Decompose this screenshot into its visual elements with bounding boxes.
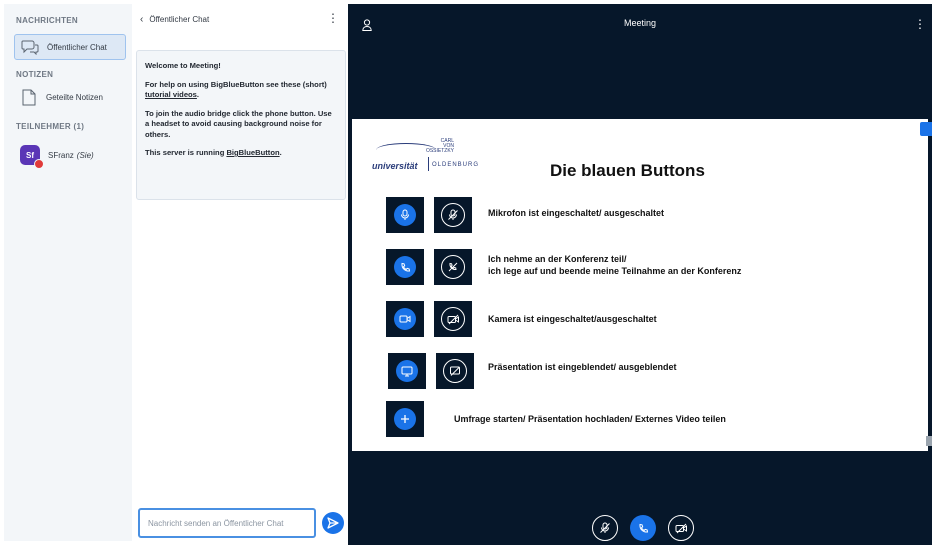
shared-notes-label: Geteilte Notizen bbox=[46, 92, 103, 102]
phone-icon bbox=[638, 523, 648, 533]
screen-on-sample bbox=[388, 353, 426, 389]
camera-icon bbox=[399, 315, 411, 323]
chat-message-input[interactable]: Nachricht senden an Öffentlicher Chat bbox=[138, 508, 316, 538]
microphone-off-icon bbox=[600, 522, 610, 533]
university-logo: CARL VON OSSIETZKY universität OLDENBURG bbox=[372, 139, 502, 179]
logo-divider bbox=[428, 157, 429, 171]
status-dot bbox=[34, 159, 44, 169]
sidebar-item-shared-notes[interactable]: Geteilte Notizen bbox=[14, 84, 126, 110]
phone-icon bbox=[400, 262, 410, 272]
meeting-options-icon[interactable]: ⋮ bbox=[914, 17, 926, 31]
microphone-icon bbox=[401, 209, 409, 220]
welcome-audio: To join the audio bridge click the phone… bbox=[145, 108, 332, 139]
avatar-initials: Sf bbox=[26, 150, 34, 160]
row-screen-text: Präsentation ist eingeblendet/ ausgeblen… bbox=[488, 362, 677, 372]
document-icon bbox=[20, 88, 38, 106]
participant-role: (Sie) bbox=[76, 150, 94, 160]
plus-icon bbox=[401, 415, 409, 423]
plus-sample bbox=[386, 401, 424, 437]
meeting-area: Meeting ⋮ CARL VON OSSIETZKY universität… bbox=[348, 4, 932, 545]
slide-controls-toggle[interactable] bbox=[920, 122, 932, 136]
screen-share-off-icon bbox=[450, 366, 460, 376]
user-list-panel: NACHRICHTEN Öffentlicher Chat NOTIZEN Ge… bbox=[4, 4, 132, 541]
send-arrow-icon bbox=[327, 517, 339, 529]
participants-heading: TEILNEHMER (1) bbox=[16, 122, 85, 131]
avatar: Sf bbox=[20, 145, 44, 169]
meeting-title: Meeting bbox=[623, 18, 657, 28]
logo-university: universität bbox=[372, 161, 418, 171]
chat-title: Öffentlicher Chat bbox=[149, 15, 210, 24]
camera-on-sample bbox=[386, 301, 424, 337]
phone-hangup-icon bbox=[448, 262, 458, 272]
row-camera-text: Kamera ist eingeschaltet/ausgeschaltet bbox=[488, 314, 657, 324]
slide-scroll-handle[interactable] bbox=[926, 436, 932, 446]
messages-heading: NACHRICHTEN bbox=[16, 16, 78, 25]
camera-off-icon bbox=[675, 523, 687, 533]
participant-name: SFranz bbox=[48, 150, 74, 160]
mute-button[interactable] bbox=[592, 515, 618, 541]
chat-options-icon[interactable]: ⋮ bbox=[327, 12, 339, 24]
participant-row[interactable]: Sf SFranz (Sie) bbox=[20, 145, 94, 169]
welcome-help: For help on using BigBlueButton see thes… bbox=[145, 79, 327, 100]
row-phone-line2: ich lege auf und beende meine Teilnahme … bbox=[488, 266, 742, 276]
row-mic-text: Mikrofon ist eingeschaltet/ ausgeschalte… bbox=[488, 208, 665, 218]
logo-city: OLDENBURG bbox=[432, 162, 480, 168]
notes-heading: NOTIZEN bbox=[16, 70, 54, 79]
phone-off-sample bbox=[434, 249, 472, 285]
row-phone-text: Ich nehme an der Konferenz teil/ ich leg… bbox=[488, 253, 741, 277]
camera-off-sample bbox=[434, 301, 472, 337]
presentation-slide: CARL VON OSSIETZKY universität OLDENBURG… bbox=[352, 119, 928, 451]
chat-panel: ‹ Öffentlicher Chat ⋮ Welcome to Meeting… bbox=[132, 4, 348, 541]
camera-off-icon bbox=[447, 314, 459, 324]
slide-title: Die blauen Buttons bbox=[550, 161, 705, 180]
camera-button[interactable] bbox=[668, 515, 694, 541]
microphone-off-icon bbox=[448, 209, 458, 220]
phone-on-sample bbox=[386, 249, 424, 285]
action-bar bbox=[592, 515, 694, 541]
bigbluebutton-link[interactable]: BigBlueButton bbox=[226, 148, 279, 157]
screen-off-sample bbox=[436, 353, 474, 389]
screen-share-icon bbox=[401, 366, 413, 376]
logo-top-text: CARL VON OSSIETZKY bbox=[425, 138, 454, 154]
chat-bubbles-icon bbox=[21, 38, 39, 56]
join-audio-button[interactable] bbox=[630, 515, 656, 541]
mic-off-sample bbox=[434, 197, 472, 233]
welcome-message: Welcome to Meeting! For help on using Bi… bbox=[136, 50, 346, 200]
send-button[interactable] bbox=[322, 512, 344, 534]
mic-on-sample bbox=[386, 197, 424, 233]
welcome-server: This server is running BigBlueButton. bbox=[145, 148, 282, 157]
chat-header[interactable]: ‹ Öffentlicher Chat bbox=[140, 14, 340, 25]
tutorial-videos-link[interactable]: tutorial videos bbox=[145, 90, 197, 99]
sidebar-item-public-chat[interactable]: Öffentlicher Chat bbox=[14, 34, 126, 60]
welcome-title: Welcome to Meeting! bbox=[145, 61, 221, 70]
public-chat-label: Öffentlicher Chat bbox=[47, 42, 107, 52]
row-plus-text: Umfrage starten/ Präsentation hochladen/… bbox=[454, 414, 726, 424]
chevron-left-icon[interactable]: ‹ bbox=[140, 14, 143, 25]
row-phone-line1: Ich nehme an der Konferenz teil/ bbox=[488, 254, 627, 264]
